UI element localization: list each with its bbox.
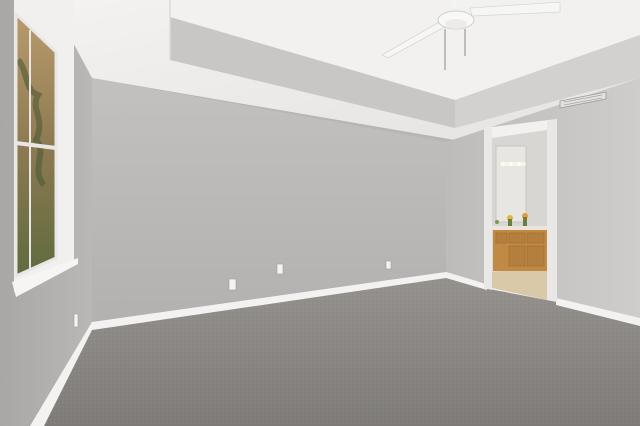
window-icon — [12, 0, 78, 297]
room-scene — [0, 0, 640, 426]
doorway-icon — [484, 119, 557, 302]
